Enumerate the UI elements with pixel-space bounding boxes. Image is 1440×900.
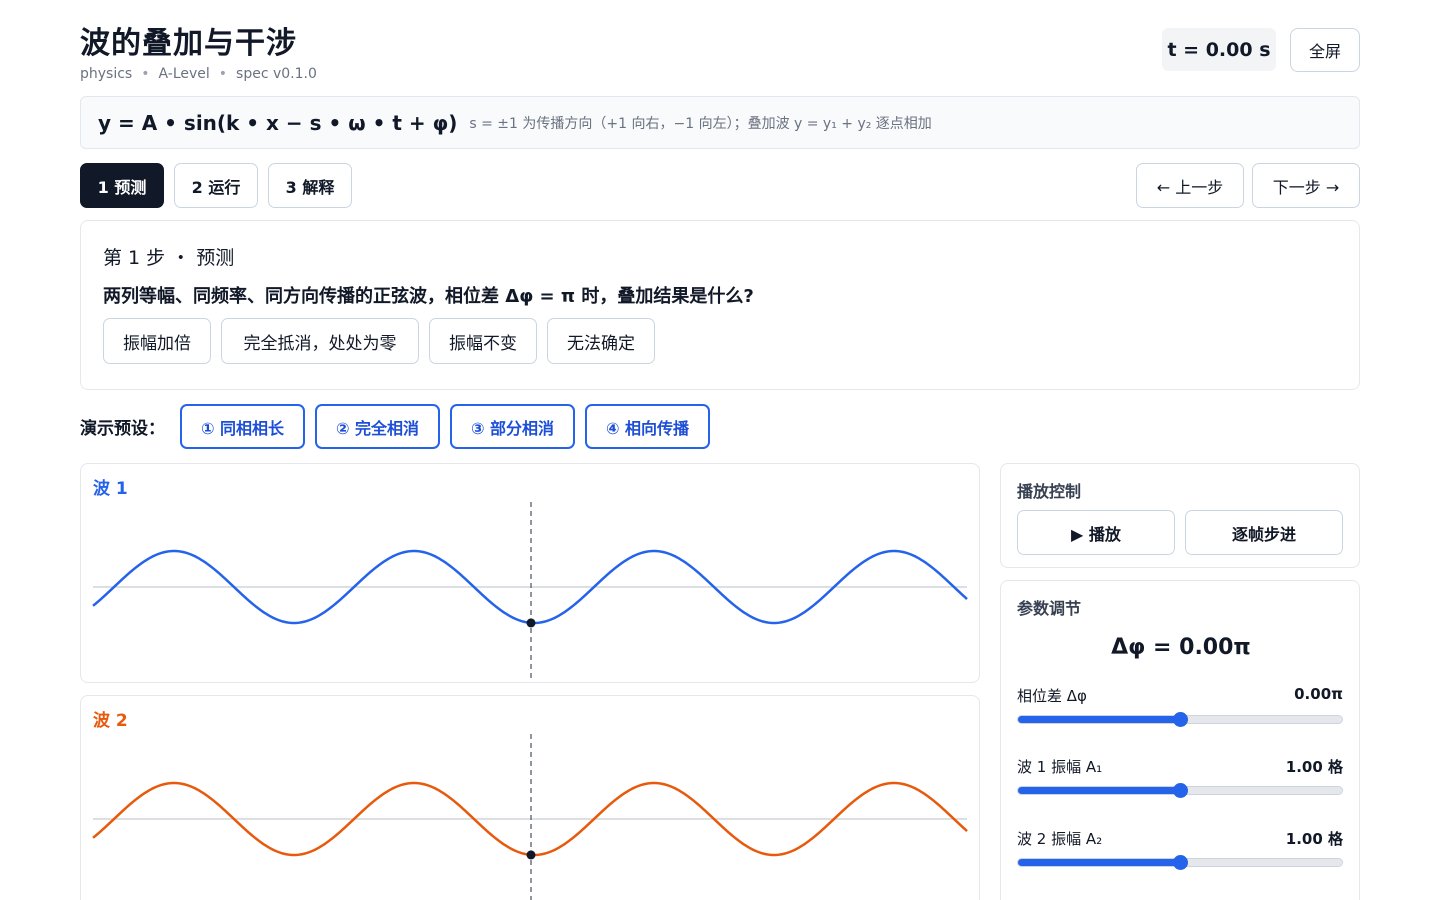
phase-slider-thumb[interactable]	[1173, 712, 1188, 727]
meta-version: spec v0.1.0	[236, 66, 317, 82]
amp1-slider-thumb[interactable]	[1173, 783, 1188, 798]
phase-slider-value: 0.00π	[1294, 685, 1343, 703]
wave2-probe-point[interactable]	[526, 850, 536, 860]
formula-box: y = A • sin(k • x − s • ω • t + φ) s = ±…	[80, 96, 1360, 149]
tab-explain[interactable]: 3 解释	[268, 163, 352, 208]
wave1-plot	[92, 502, 968, 679]
params-title: 参数调节	[1017, 599, 1082, 618]
page-meta: physics • A-Level • spec v0.1.0	[80, 66, 317, 82]
amp1-slider[interactable]	[1017, 783, 1343, 798]
amp2-slider-value: 1.00 格	[1285, 830, 1343, 848]
formula-expression: y = A • sin(k • x − s • ω • t + φ)	[98, 110, 458, 135]
meta-level: A-Level	[158, 66, 210, 82]
wave1-panel: 波 1	[80, 463, 980, 683]
choice-complete-cancel[interactable]: 完全抵消，处处为零	[221, 318, 419, 364]
phase-difference-readout: Δφ = 0.00π	[1111, 635, 1251, 660]
amp1-slider-fill	[1018, 787, 1180, 794]
amp2-slider-thumb[interactable]	[1173, 855, 1188, 870]
amp2-slider-fill	[1018, 859, 1180, 866]
next-step-button[interactable]: 下一步 →	[1252, 163, 1360, 208]
tab-predict[interactable]: 1 预测	[80, 163, 164, 208]
meta-separator: •	[141, 66, 150, 82]
prediction-card: 第 1 步 ・ 预测 两列等幅、同频率、同方向传播的正弦波，相位差 Δφ = π…	[80, 220, 1360, 390]
preset-opposite-button[interactable]: ④ 相向传播	[585, 404, 710, 449]
choice-amplitude-doubles[interactable]: 振幅加倍	[103, 318, 211, 364]
preset-label: 演示预设：	[80, 419, 165, 439]
amp2-slider-label: 波 2 振幅 A₂	[1017, 830, 1103, 848]
params-panel: 参数调节 Δφ = 0.00π 相位差 Δφ 0.00π 波 1 振幅 A₁ 1…	[1000, 580, 1360, 900]
time-readout: t = 0.00 s	[1162, 28, 1276, 71]
playback-panel: 播放控制 ▶ 播放 逐帧步进	[1000, 463, 1360, 568]
amp2-slider[interactable]	[1017, 855, 1343, 870]
wave2-plot	[92, 734, 968, 900]
play-button[interactable]: ▶ 播放	[1017, 510, 1175, 555]
meta-subject: physics	[80, 66, 133, 82]
page-title: 波的叠加与干涉	[80, 26, 297, 61]
amp1-slider-value: 1.00 格	[1285, 758, 1343, 776]
amp1-slider-label: 波 1 振幅 A₁	[1017, 758, 1103, 776]
meta-separator: •	[218, 66, 228, 82]
playback-title: 播放控制	[1017, 482, 1082, 501]
phase-slider-fill	[1018, 716, 1180, 723]
wave2-panel: 波 2	[80, 695, 980, 900]
preset-in-phase-button[interactable]: ① 同相相长	[180, 404, 305, 449]
fullscreen-button[interactable]: 全屏	[1290, 28, 1360, 72]
prev-step-button[interactable]: ← 上一步	[1136, 163, 1244, 208]
preset-full-cancel-button[interactable]: ② 完全相消	[315, 404, 440, 449]
formula-note: s = ±1 为传播方向（+1 向右，−1 向左）；叠加波 y = y₁ + y…	[469, 115, 932, 132]
prediction-step-label: 第 1 步 ・ 预测	[103, 247, 235, 269]
tab-run[interactable]: 2 运行	[174, 163, 258, 208]
page: 波的叠加与干涉 physics • A-Level • spec v0.1.0 …	[0, 0, 1440, 900]
choice-undetermined[interactable]: 无法确定	[547, 318, 655, 364]
phase-slider-label: 相位差 Δφ	[1017, 687, 1087, 705]
choice-amplitude-unchanged[interactable]: 振幅不变	[429, 318, 537, 364]
step-frame-button[interactable]: 逐帧步进	[1185, 510, 1343, 555]
prediction-question: 两列等幅、同频率、同方向传播的正弦波，相位差 Δφ = π 时，叠加结果是什么?	[103, 286, 754, 307]
preset-partial-cancel-button[interactable]: ③ 部分相消	[450, 404, 575, 449]
wave1-probe-point[interactable]	[526, 618, 536, 628]
phase-slider[interactable]	[1017, 712, 1343, 727]
